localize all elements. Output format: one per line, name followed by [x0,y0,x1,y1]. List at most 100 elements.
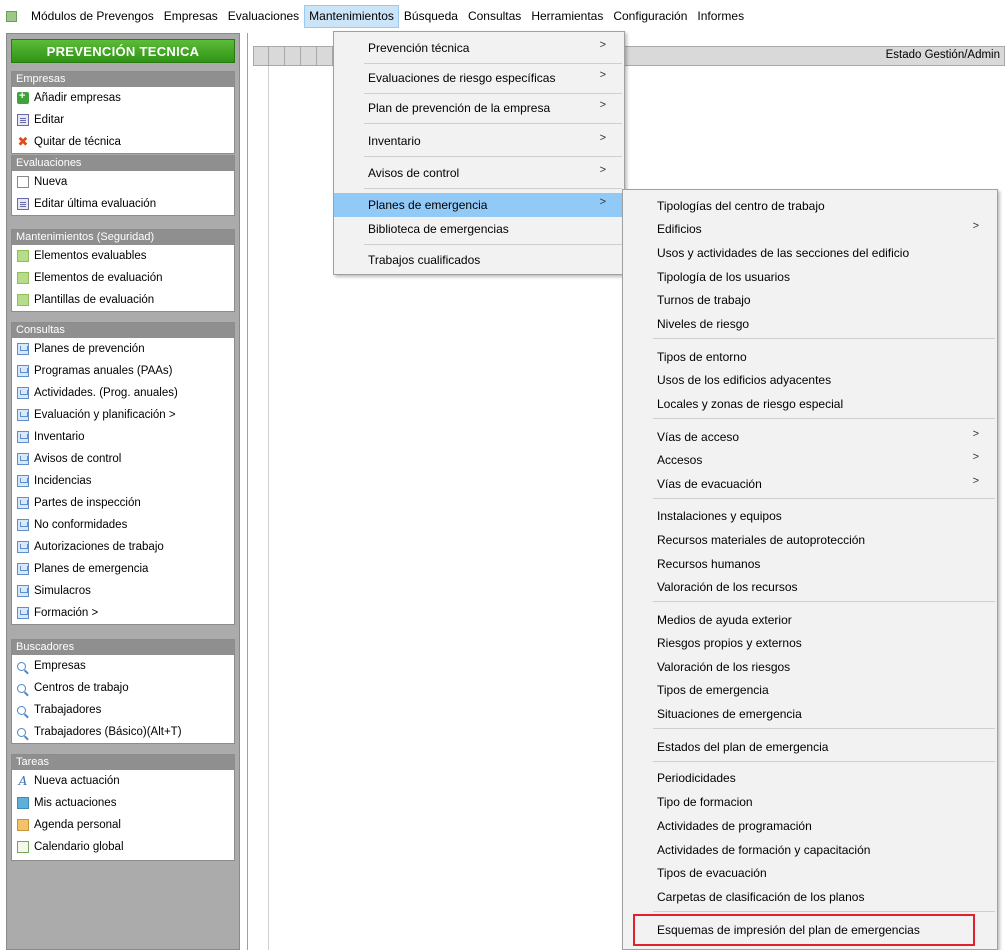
menu2-item-estados-plan[interactable]: Estados del plan de emergencia [623,735,997,759]
menu-separator [364,63,622,64]
menu-herramientas[interactable]: Herramientas [526,5,608,28]
grid-header-cell[interactable] [269,47,285,65]
item-buscar-trabajadores-basico[interactable]: Trabajadores (Básico)(Alt+T) [12,721,234,743]
item-simulacros[interactable]: Simulacros [12,580,234,602]
chevron-right-icon: > [599,69,606,81]
menu-mantenimientos[interactable]: Mantenimientos [304,4,399,28]
menu2-item-usos-edificios-adyacentes[interactable]: Usos de los edificios adyacentes [623,368,997,392]
menu1-item-avisos-control[interactable]: Avisos de control > [334,161,624,185]
item-mis-actuaciones[interactable]: Mis actuaciones [12,792,234,814]
new-document-icon [17,176,29,188]
menu-label: Instalaciones y equipos [657,509,782,523]
menu-modulos[interactable]: Módulos de Prevengos [26,5,159,28]
menu2-item-turnos-trabajo[interactable]: Turnos de trabajo [623,288,997,312]
item-programas-anuales[interactable]: Programas anuales (PAAs) [12,360,234,382]
item-actividades[interactable]: Actividades. (Prog. anuales) [12,382,234,404]
item-label: Simulacros [34,585,91,597]
item-plantillas-evaluacion[interactable]: Plantillas de evaluación [12,289,234,311]
item-formacion[interactable]: Formación > [12,602,234,624]
grid-header-cell[interactable] [301,47,317,65]
section-tareas: Tareas A Nueva actuación Mis actuaciones … [11,754,235,861]
menu2-item-riesgos-propios[interactable]: Riesgos propios y externos [623,631,997,655]
menu1-item-inventario[interactable]: Inventario > [334,129,624,153]
menu1-item-plan-prevencion[interactable]: Plan de prevención de la empresa > [334,96,624,120]
item-evaluacion-planificacion[interactable]: Evaluación y planificación > [12,404,234,426]
item-calendario-global[interactable]: Calendario global [12,836,234,858]
item-partes-inspeccion[interactable]: Partes de inspección [12,492,234,514]
menu1-item-prevencion-tecnica[interactable]: Prevención técnica > [334,36,624,60]
item-inventario[interactable]: Inventario [12,426,234,448]
item-label: Avisos de control [34,453,122,465]
item-avisos-control[interactable]: Avisos de control [12,448,234,470]
section-header: Consultas [12,323,234,338]
grid-header-cell[interactable] [317,47,333,65]
item-buscar-empresas[interactable]: Empresas [12,655,234,677]
item-nueva[interactable]: Nueva [12,171,234,193]
report-icon [17,607,29,619]
item-buscar-centros[interactable]: Centros de trabajo [12,677,234,699]
menu2-item-edificios[interactable]: Edificios > [623,217,997,241]
menu-informes[interactable]: Informes [692,5,749,28]
item-label: Autorizaciones de trabajo [34,541,164,553]
menu1-item-trabajos-cualificados[interactable]: Trabajos cualificados [334,248,624,272]
column-header-estado[interactable]: Estado Gestión/Admin [886,49,1000,61]
menu-separator [653,418,995,419]
menu-label: Evaluaciones de riesgo específicas [368,71,556,85]
item-label: Quitar de técnica [34,136,121,148]
item-quitar-tecnica[interactable]: ✖ Quitar de técnica [12,131,234,153]
menu2-item-carpetas-clasificacion[interactable]: Carpetas de clasificación de los planos [623,885,997,909]
item-editar-ultima[interactable]: Editar última evaluación [12,193,234,215]
menu2-item-tipos-emergencia[interactable]: Tipos de emergencia [623,678,997,702]
item-agenda-personal[interactable]: Agenda personal [12,814,234,836]
item-no-conformidades[interactable]: No conformidades [12,514,234,536]
menu-busqueda[interactable]: Búsqueda [399,5,463,28]
menu-configuracion[interactable]: Configuración [608,5,692,28]
menu2-item-actividades-programacion[interactable]: Actividades de programación [623,814,997,838]
menu2-item-tipologia-usuarios[interactable]: Tipología de los usuarios [623,265,997,289]
menu-label: Inventario [368,134,421,148]
item-elementos-evaluables[interactable]: Elementos evaluables [12,245,234,267]
menu-evaluaciones[interactable]: Evaluaciones [223,5,304,28]
menu2-item-recursos-materiales[interactable]: Recursos materiales de autoprotección [623,528,997,552]
menu-empresas[interactable]: Empresas [159,5,223,28]
menu2-item-periodicidades[interactable]: Periodicidades [623,766,997,790]
menu-label: Accesos [657,453,703,467]
menu2-item-valoracion-riesgos[interactable]: Valoración de los riesgos [623,655,997,679]
grid-header-cell[interactable] [285,47,301,65]
item-buscar-trabajadores[interactable]: Trabajadores [12,699,234,721]
planes-emergencia-submenu: Tipologías del centro de trabajo Edifici… [622,189,998,950]
item-planes-prevencion[interactable]: Planes de prevención [12,338,234,360]
menu-label: Tipologías del centro de trabajo [657,199,825,213]
menu2-item-valoracion-recursos[interactable]: Valoración de los recursos [623,575,997,599]
menu2-item-instalaciones-equipos[interactable]: Instalaciones y equipos [623,504,997,528]
menu2-item-medios-ayuda-exterior[interactable]: Medios de ayuda exterior [623,608,997,632]
menu2-item-tipologias-centro[interactable]: Tipologías del centro de trabajo [623,194,997,218]
menu2-item-tipo-formacion[interactable]: Tipo de formacion [623,790,997,814]
item-label: Agenda personal [34,819,121,831]
menu1-item-planes-emergencia[interactable]: Planes de emergencia > [334,193,624,217]
item-editar[interactable]: Editar [12,109,234,131]
item-nueva-actuacion[interactable]: A Nueva actuación [12,770,234,792]
menu1-item-biblioteca-emergencias[interactable]: Biblioteca de emergencias [334,217,624,241]
menu2-item-recursos-humanos[interactable]: Recursos humanos [623,552,997,576]
menu2-item-situaciones-emergencia[interactable]: Situaciones de emergencia [623,702,997,726]
menu2-item-usos-actividades[interactable]: Usos y actividades de las secciones del … [623,241,997,265]
menu2-item-locales-zonas[interactable]: Locales y zonas de riesgo especial [623,392,997,416]
grid-header-cell[interactable] [254,47,269,65]
item-anadir-empresas[interactable]: Añadir empresas [12,87,234,109]
menu1-item-evaluaciones-riesgo[interactable]: Evaluaciones de riesgo específicas > [334,66,624,90]
menu-consultas[interactable]: Consultas [463,5,526,28]
item-incidencias[interactable]: Incidencias [12,470,234,492]
menu2-item-niveles-riesgo[interactable]: Niveles de riesgo [623,312,997,336]
menu2-item-vias-evacuacion[interactable]: Vías de evacuación > [623,472,997,496]
menu2-item-actividades-formacion[interactable]: Actividades de formación y capacitación [623,838,997,862]
item-autorizaciones[interactable]: Autorizaciones de trabajo [12,536,234,558]
menu2-item-tipos-evacuacion[interactable]: Tipos de evacuación [623,861,997,885]
menu2-item-vias-acceso[interactable]: Vías de acceso > [623,425,997,449]
grid-line [268,66,269,950]
menu2-item-accesos[interactable]: Accesos > [623,448,997,472]
item-planes-emergencia[interactable]: Planes de emergencia [12,558,234,580]
delete-icon: ✖ [17,134,29,149]
item-elementos-evaluacion[interactable]: Elementos de evaluación [12,267,234,289]
menu2-item-tipos-entorno[interactable]: Tipos de entorno [623,345,997,369]
